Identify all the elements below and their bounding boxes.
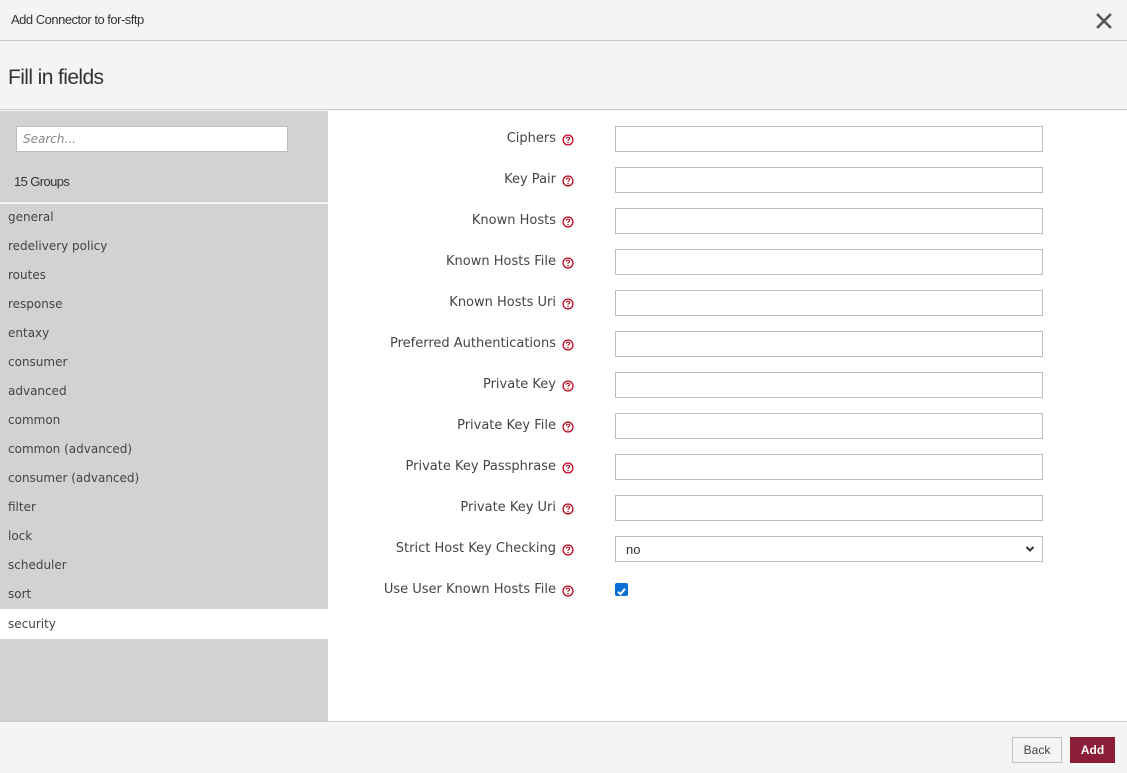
field-ciphers: Ciphers [328, 126, 1127, 152]
help-icon[interactable] [562, 257, 574, 269]
field-label: Private Key Uri [460, 500, 556, 515]
sidebar-item-general[interactable]: general [0, 203, 328, 232]
help-icon[interactable] [562, 503, 574, 515]
page-title: Fill in fields [8, 66, 104, 89]
ciphers-input[interactable] [615, 126, 1043, 152]
close-button[interactable] [1095, 10, 1113, 30]
field-preferred-authentications: Preferred Authentications [328, 331, 1127, 357]
help-icon[interactable] [562, 216, 574, 228]
field-key-pair: Key Pair [328, 167, 1127, 193]
checkmark-icon [617, 588, 626, 596]
dialog-title: Add Connector to for-sftp [11, 12, 144, 27]
field-label: Use User Known Hosts File [383, 582, 556, 597]
help-icon[interactable] [562, 544, 574, 556]
known-hosts-file-input[interactable] [615, 249, 1043, 275]
help-icon[interactable] [562, 134, 574, 146]
sidebar-item-scheduler[interactable]: scheduler [0, 551, 328, 580]
search-input[interactable] [16, 126, 288, 152]
add-button[interactable]: Add [1070, 737, 1115, 763]
help-icon[interactable] [562, 380, 574, 392]
private-key-file-input[interactable] [615, 413, 1043, 439]
known-hosts-uri-input[interactable] [615, 290, 1043, 316]
sidebar-item-redelivery-policy[interactable]: redelivery policy [0, 232, 328, 261]
sidebar-item-filter[interactable]: filter [0, 493, 328, 522]
help-icon[interactable] [562, 339, 574, 351]
field-label: Known Hosts [471, 213, 556, 228]
field-private-key: Private Key [328, 372, 1127, 398]
close-icon [1096, 13, 1112, 29]
field-label: Known Hosts File [446, 254, 556, 269]
group-count: 15 Groups [14, 174, 70, 189]
sidebar-item-routes[interactable]: routes [0, 261, 328, 290]
field-use-user-known-hosts-file: Use User Known Hosts File [328, 577, 1127, 603]
groups-sidebar: 15 Groups general redelivery policy rout… [0, 111, 328, 721]
dialog-titlebar: Add Connector to for-sftp [0, 0, 1127, 41]
sidebar-item-lock[interactable]: lock [0, 522, 328, 551]
field-label: Private Key File [457, 418, 556, 433]
strict-host-key-checking-select[interactable]: no [615, 536, 1043, 562]
field-label: Key Pair [504, 172, 556, 187]
help-icon[interactable] [562, 298, 574, 310]
help-icon[interactable] [562, 421, 574, 433]
private-key-uri-input[interactable] [615, 495, 1043, 521]
field-strict-host-key-checking: Strict Host Key Checking no [328, 536, 1127, 562]
field-label: Strict Host Key Checking [395, 541, 556, 556]
private-key-input[interactable] [615, 372, 1043, 398]
field-label: Private Key Passphrase [405, 459, 557, 474]
field-known-hosts: Known Hosts [328, 208, 1127, 234]
group-list: general redelivery policy routes respons… [0, 203, 328, 639]
sidebar-item-advanced[interactable]: advanced [0, 377, 328, 406]
field-private-key-file: Private Key File [328, 413, 1127, 439]
sidebar-item-response[interactable]: response [0, 290, 328, 319]
sidebar-item-common-advanced[interactable]: common (advanced) [0, 435, 328, 464]
key-pair-input[interactable] [615, 167, 1043, 193]
field-label: Known Hosts Uri [449, 295, 556, 310]
field-known-hosts-uri: Known Hosts Uri [328, 290, 1127, 316]
back-button[interactable]: Back [1012, 737, 1062, 763]
help-icon[interactable] [562, 462, 574, 474]
known-hosts-input[interactable] [615, 208, 1043, 234]
field-private-key-uri: Private Key Uri [328, 495, 1127, 521]
preferred-authentications-input[interactable] [615, 331, 1043, 357]
field-label: Preferred Authentications [389, 336, 556, 351]
form-panel: Ciphers Key Pair Known Hosts Known Hosts… [328, 111, 1127, 721]
dialog-footer: Back Add [0, 721, 1127, 773]
sidebar-item-consumer[interactable]: consumer [0, 348, 328, 377]
help-icon[interactable] [562, 585, 574, 597]
sidebar-item-consumer-advanced[interactable]: consumer (advanced) [0, 464, 328, 493]
field-private-key-passphrase: Private Key Passphrase [328, 454, 1127, 480]
sidebar-item-entaxy[interactable]: entaxy [0, 319, 328, 348]
field-label: Private Key [482, 377, 556, 392]
page-header: Fill in fields [0, 42, 1127, 110]
use-user-known-hosts-file-checkbox[interactable] [615, 583, 628, 596]
field-label: Ciphers [506, 131, 556, 146]
sidebar-item-common[interactable]: common [0, 406, 328, 435]
field-known-hosts-file: Known Hosts File [328, 249, 1127, 275]
help-icon[interactable] [562, 175, 574, 187]
sidebar-item-sort[interactable]: sort [0, 580, 328, 609]
sidebar-item-security[interactable]: security [0, 609, 328, 639]
private-key-passphrase-input[interactable] [615, 454, 1043, 480]
